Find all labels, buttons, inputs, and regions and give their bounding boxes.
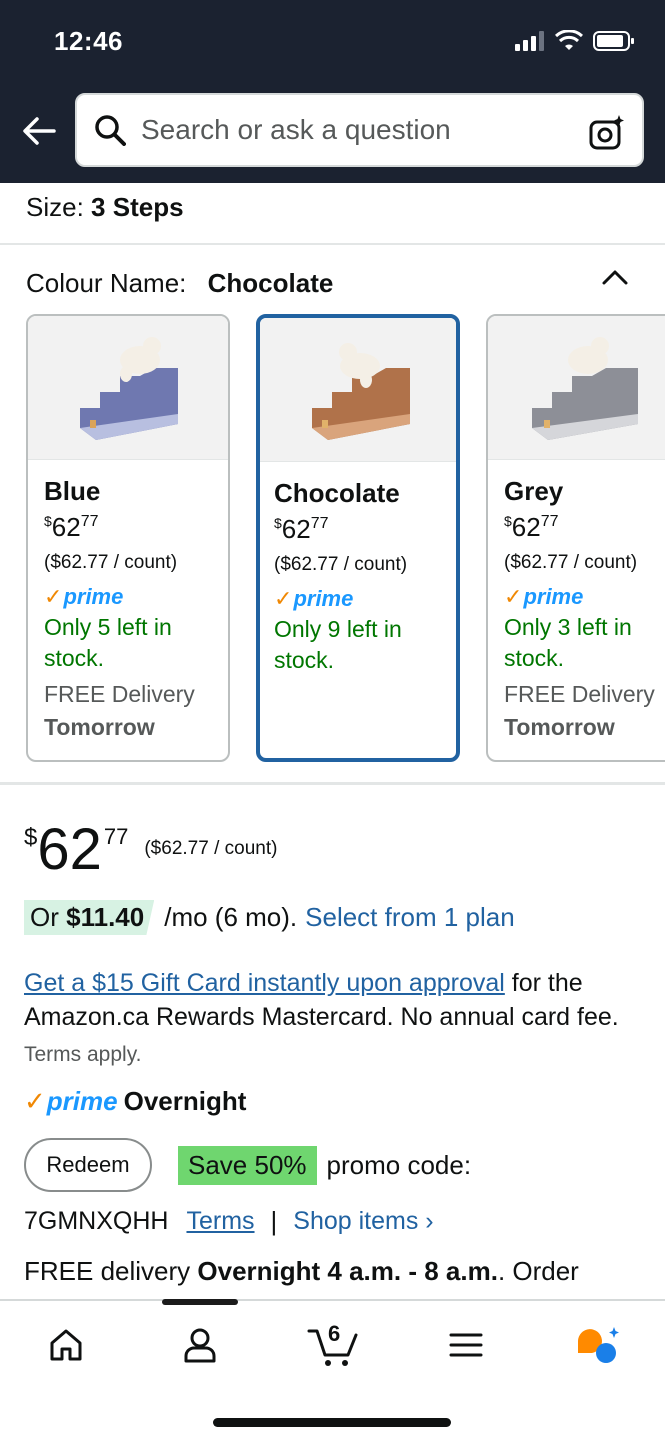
stock-status: Only 5 left in stock. (44, 614, 172, 671)
back-button[interactable] (20, 110, 58, 152)
swatch-name: Blue (44, 476, 101, 506)
shop-items-link[interactable]: Shop items › (293, 1207, 433, 1236)
colour-label: Colour Name: (26, 268, 187, 298)
camera-search-icon[interactable] (588, 113, 626, 151)
separator: | (270, 1206, 278, 1236)
delivery-info: FREE Delivery Tomorrow (44, 681, 195, 740)
promo-label: promo code: (326, 1149, 472, 1180)
swatch-name: Grey (504, 476, 564, 506)
promo-row: Redeem Save 50% promo code: (24, 1138, 471, 1192)
signal-icon (515, 31, 544, 51)
size-value: 3 Steps (91, 192, 184, 222)
select-plan-link[interactable]: Select from 1 plan (305, 902, 515, 933)
prime-logo: prime (46, 1086, 118, 1116)
status-icons (515, 30, 635, 52)
nav-menu[interactable] (440, 1321, 492, 1369)
bottom-nav: 6 (0, 1299, 665, 1440)
colour-value: Chocolate (207, 268, 334, 298)
swatch-price: $6277 (44, 512, 99, 542)
rufus-assistant-icon (578, 1327, 619, 1363)
terms-link[interactable]: Terms (186, 1207, 254, 1236)
prime-logo: ✓ prime (44, 584, 124, 609)
home-indicator (213, 1418, 451, 1427)
search-input[interactable] (141, 114, 561, 146)
plan-badge: Or $11.40 (24, 900, 155, 935)
colour-selection: Colour Name: Chocolate (26, 268, 333, 299)
swatch-unit-price: ($62.77 / count) (274, 554, 408, 575)
redeem-button[interactable]: Redeem (24, 1138, 152, 1192)
swatch-unit-price: ($62.77 / count) (44, 552, 178, 573)
swatch-price: $6277 (274, 514, 329, 544)
promo-code: 7GMNXQHH (24, 1207, 169, 1235)
swatch-blue[interactable]: Blue $6277 ($62.77 / count) ✓ prime Only … (26, 314, 230, 762)
nav-home[interactable] (40, 1321, 92, 1369)
product-image (28, 316, 228, 460)
promo-code-row: 7GMNXQHH Terms | Shop items › (24, 1206, 434, 1237)
swatch-unit-price: ($62.77 / count) (504, 552, 638, 573)
prime-overnight: ✓ prime Overnight (24, 1086, 246, 1117)
product-image (488, 316, 665, 460)
stock-status: Only 9 left in stock. (274, 616, 402, 673)
size-label: Size: (26, 192, 84, 222)
installment-plan: Or $11.40 /mo (6 mo). Select from 1 plan (24, 900, 515, 935)
prime-check-icon: ✓ (44, 584, 63, 609)
plan-term: /mo (6 mo). (164, 902, 298, 932)
status-time: 12:46 (54, 26, 123, 56)
gift-card-offer: Get a $15 Gift Card instantly upon appro… (24, 966, 624, 1072)
collapse-button[interactable] (601, 266, 629, 288)
wifi-icon (555, 30, 583, 50)
nav-active-indicator (162, 1299, 238, 1305)
nav-account[interactable] (174, 1321, 226, 1369)
prime-check-icon: ✓ (24, 1086, 46, 1116)
home-icon (50, 1329, 82, 1361)
delivery-info: FREE Delivery Tomorrow (504, 681, 655, 740)
swatch-grey[interactable]: Grey $6277 ($62.77 / count) ✓ prime Only … (486, 314, 665, 762)
user-icon (184, 1328, 216, 1363)
search-icon (93, 113, 127, 147)
battery-icon (593, 31, 634, 51)
top-bar: 12:46 (0, 0, 665, 183)
gift-card-link[interactable]: Get a $15 Gift Card instantly upon appro… (24, 969, 505, 997)
divider (0, 782, 665, 785)
stock-status: Only 3 left in stock. (504, 614, 632, 671)
colour-swatches: Blue $6277 ($62.77 / count) ✓ prime Only … (26, 314, 665, 764)
product-image (260, 318, 456, 462)
swatch-price: $6277 (504, 512, 559, 542)
swatch-chocolate[interactable]: Chocolate $6277 ($62.77 / count) ✓ prime … (256, 314, 460, 762)
chevron-up-icon (602, 270, 628, 285)
terms-apply: Terms apply. (24, 1043, 142, 1066)
back-arrow-icon (23, 117, 56, 145)
save-badge: Save 50% (178, 1145, 317, 1185)
product-price: $ 62 77 ($62.77 / count) (24, 817, 278, 882)
delivery-estimate: FREE delivery Overnight 4 a.m. - 8 a.m..… (24, 1256, 579, 1286)
prime-logo: ✓ prime (274, 586, 354, 611)
overnight-label: Overnight (123, 1086, 247, 1116)
prime-check-icon: ✓ (274, 586, 293, 611)
prime-check-icon: ✓ (504, 584, 523, 609)
menu-icon (449, 1333, 483, 1357)
unit-price: ($62.77 / count) (144, 838, 278, 859)
swatch-name: Chocolate (274, 478, 400, 508)
nav-rufus[interactable] (572, 1321, 624, 1369)
size-selection: Size: 3 Steps (26, 192, 184, 223)
divider (0, 243, 665, 245)
cart-count: 6 (328, 1321, 341, 1346)
nav-cart[interactable]: 6 (304, 1321, 364, 1369)
prime-logo: ✓ prime (504, 584, 584, 609)
search-bar[interactable] (75, 93, 644, 167)
